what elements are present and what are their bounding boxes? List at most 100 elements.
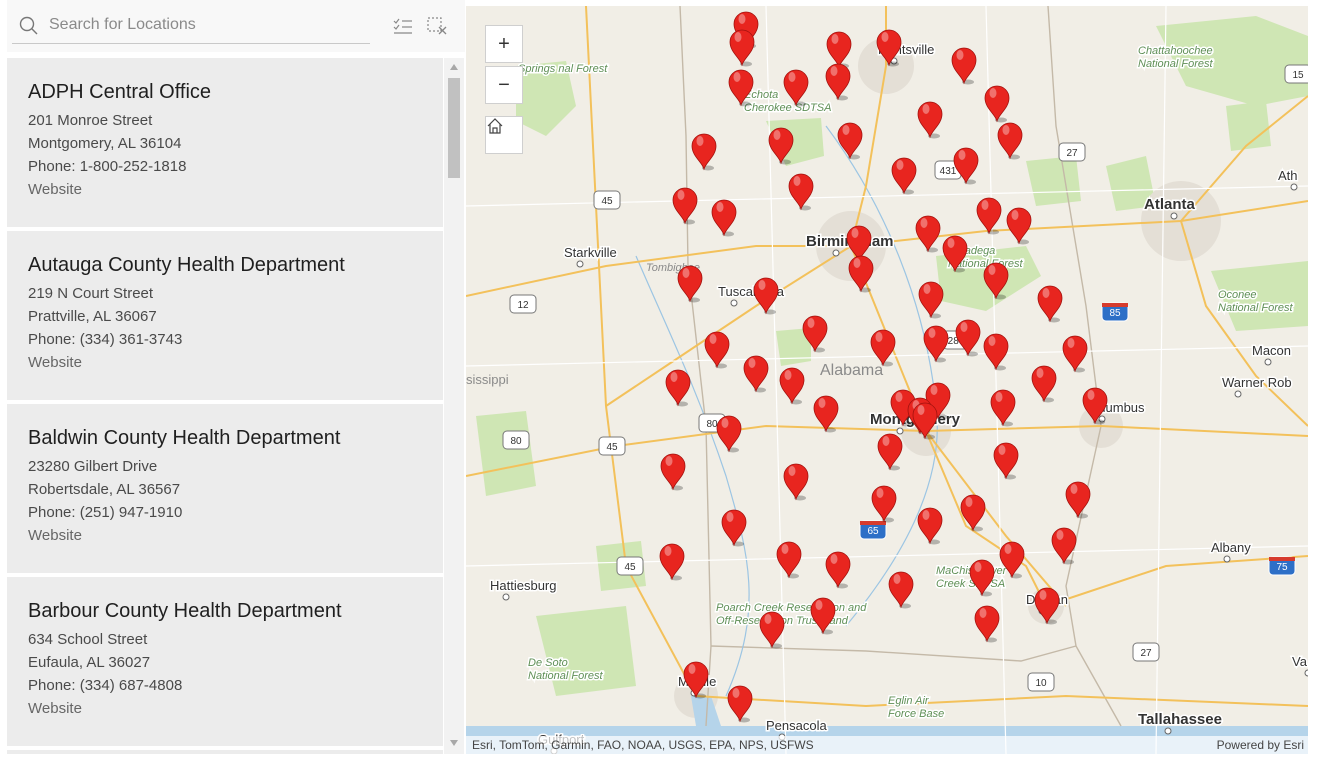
location-marker[interactable] xyxy=(923,325,949,363)
website-link[interactable]: Website xyxy=(28,181,82,198)
zoom-in-button[interactable]: + xyxy=(485,25,523,63)
location-marker[interactable] xyxy=(877,433,903,471)
select-list-icon[interactable] xyxy=(391,14,415,38)
city-dot xyxy=(1234,390,1242,398)
location-marker[interactable] xyxy=(918,281,944,319)
location-marker[interactable] xyxy=(788,173,814,211)
location-street: 219 N Court Street xyxy=(28,285,154,302)
shield-label: 27 xyxy=(1140,648,1152,659)
location-marker[interactable] xyxy=(1062,335,1088,373)
location-city: Montgomery, AL 36104 xyxy=(28,135,182,152)
location-marker[interactable] xyxy=(779,367,805,405)
scroll-thumb[interactable] xyxy=(448,78,460,178)
location-marker[interactable] xyxy=(665,369,691,407)
location-marker[interactable] xyxy=(837,122,863,160)
location-marker[interactable] xyxy=(917,101,943,139)
location-city: Robertsdale, AL 36567 xyxy=(28,481,181,498)
location-marker[interactable] xyxy=(917,507,943,545)
park-label: National Forest xyxy=(1138,58,1214,70)
location-marker[interactable] xyxy=(810,597,836,635)
location-marker[interactable] xyxy=(716,415,742,453)
highway-shield: 45 xyxy=(593,190,621,210)
location-marker[interactable] xyxy=(976,197,1002,235)
location-marker[interactable] xyxy=(743,355,769,393)
highway xyxy=(585,6,697,697)
website-link[interactable]: Website xyxy=(28,700,82,717)
location-marker[interactable] xyxy=(691,133,717,171)
highway-shield: 27 xyxy=(1058,142,1086,162)
website-link[interactable]: Website xyxy=(28,354,82,371)
location-marker[interactable] xyxy=(729,29,755,67)
location-marker[interactable] xyxy=(704,331,730,369)
locations-sidebar: ADPH Central Office 201 Monroe Street Mo… xyxy=(7,0,465,754)
search-input[interactable] xyxy=(49,12,349,38)
location-marker[interactable] xyxy=(672,187,698,225)
location-marker[interactable] xyxy=(951,47,977,85)
home-button[interactable] xyxy=(485,116,523,154)
location-marker[interactable] xyxy=(997,122,1023,160)
location-phone: Phone: 1-800-252-1818 xyxy=(28,158,187,175)
location-marker[interactable] xyxy=(974,605,1000,643)
location-marker[interactable] xyxy=(990,389,1016,427)
location-marker[interactable] xyxy=(783,463,809,501)
location-marker[interactable] xyxy=(825,63,851,101)
shield-label: 12 xyxy=(517,300,529,311)
location-marker[interactable] xyxy=(759,611,785,649)
scroll-down-icon[interactable] xyxy=(450,740,458,746)
location-marker[interactable] xyxy=(871,485,897,523)
list-scrollbar[interactable] xyxy=(444,58,464,754)
location-card[interactable]: ADPH Central Office 201 Monroe Street Mo… xyxy=(7,58,443,227)
zoom-out-button[interactable]: − xyxy=(485,66,523,104)
location-name: Autauga County Health Department xyxy=(28,254,345,276)
shield-label: 80 xyxy=(706,419,718,430)
location-marker[interactable] xyxy=(1037,285,1063,323)
scroll-up-icon[interactable] xyxy=(450,64,458,70)
location-marker[interactable] xyxy=(1065,481,1091,519)
location-marker[interactable] xyxy=(983,333,1009,371)
map-view[interactable]: 45 12 80 45 80 45 27 431 280 10 27 15 65 85 75 Huntsvi… xyxy=(466,6,1308,754)
search-bar xyxy=(7,0,465,52)
location-marker[interactable] xyxy=(969,559,995,597)
clear-selection-icon[interactable] xyxy=(425,14,449,38)
park-label: Chattahoochee xyxy=(1138,45,1213,57)
city-dot xyxy=(1264,358,1272,366)
location-marker[interactable] xyxy=(1031,365,1057,403)
location-phone: Phone: (251) 947-1910 xyxy=(28,504,183,521)
location-marker[interactable] xyxy=(891,157,917,195)
park-label: Poarch Creek Reservation and xyxy=(716,602,867,614)
city-dot xyxy=(502,593,510,601)
website-link[interactable]: Website xyxy=(28,527,82,544)
map-attribution: Esri, TomTom, Garmin, FAO, NOAA, USGS, E… xyxy=(466,736,1308,754)
highway-shield: 15 xyxy=(1284,64,1308,84)
location-card[interactable]: Baldwin County Health Department 23280 G… xyxy=(7,404,443,573)
location-marker[interactable] xyxy=(677,265,703,303)
location-marker[interactable] xyxy=(826,31,852,69)
location-marker[interactable] xyxy=(848,255,874,293)
location-marker[interactable] xyxy=(1006,207,1032,245)
location-marker[interactable] xyxy=(711,199,737,237)
location-card[interactable]: Barbour County Health Department 634 Sch… xyxy=(7,577,443,746)
location-marker[interactable] xyxy=(915,215,941,253)
highway-shield: 85 xyxy=(1101,302,1129,322)
search-icon xyxy=(17,14,41,38)
city-dot xyxy=(896,427,904,435)
location-marker[interactable] xyxy=(660,453,686,491)
location-marker[interactable] xyxy=(659,543,685,581)
location-marker[interactable] xyxy=(727,685,753,723)
city-dot xyxy=(730,299,738,307)
highway xyxy=(695,694,1308,708)
location-marker[interactable] xyxy=(888,571,914,609)
location-card[interactable] xyxy=(7,750,443,754)
location-phone: Phone: (334) 687-4808 xyxy=(28,677,183,694)
city-label: Starkville xyxy=(564,245,617,260)
location-street: 634 School Street xyxy=(28,631,148,648)
location-marker[interactable] xyxy=(721,509,747,547)
city-label: Pensacola xyxy=(766,718,827,733)
powered-by-link[interactable]: Powered by Esri xyxy=(1217,738,1304,752)
shield-label: 80 xyxy=(510,436,522,447)
location-card[interactable]: Autauga County Health Department 219 N C… xyxy=(7,231,443,400)
location-marker[interactable] xyxy=(825,551,851,589)
location-marker[interactable] xyxy=(955,319,981,357)
location-marker[interactable] xyxy=(993,442,1019,480)
location-marker[interactable] xyxy=(960,494,986,532)
